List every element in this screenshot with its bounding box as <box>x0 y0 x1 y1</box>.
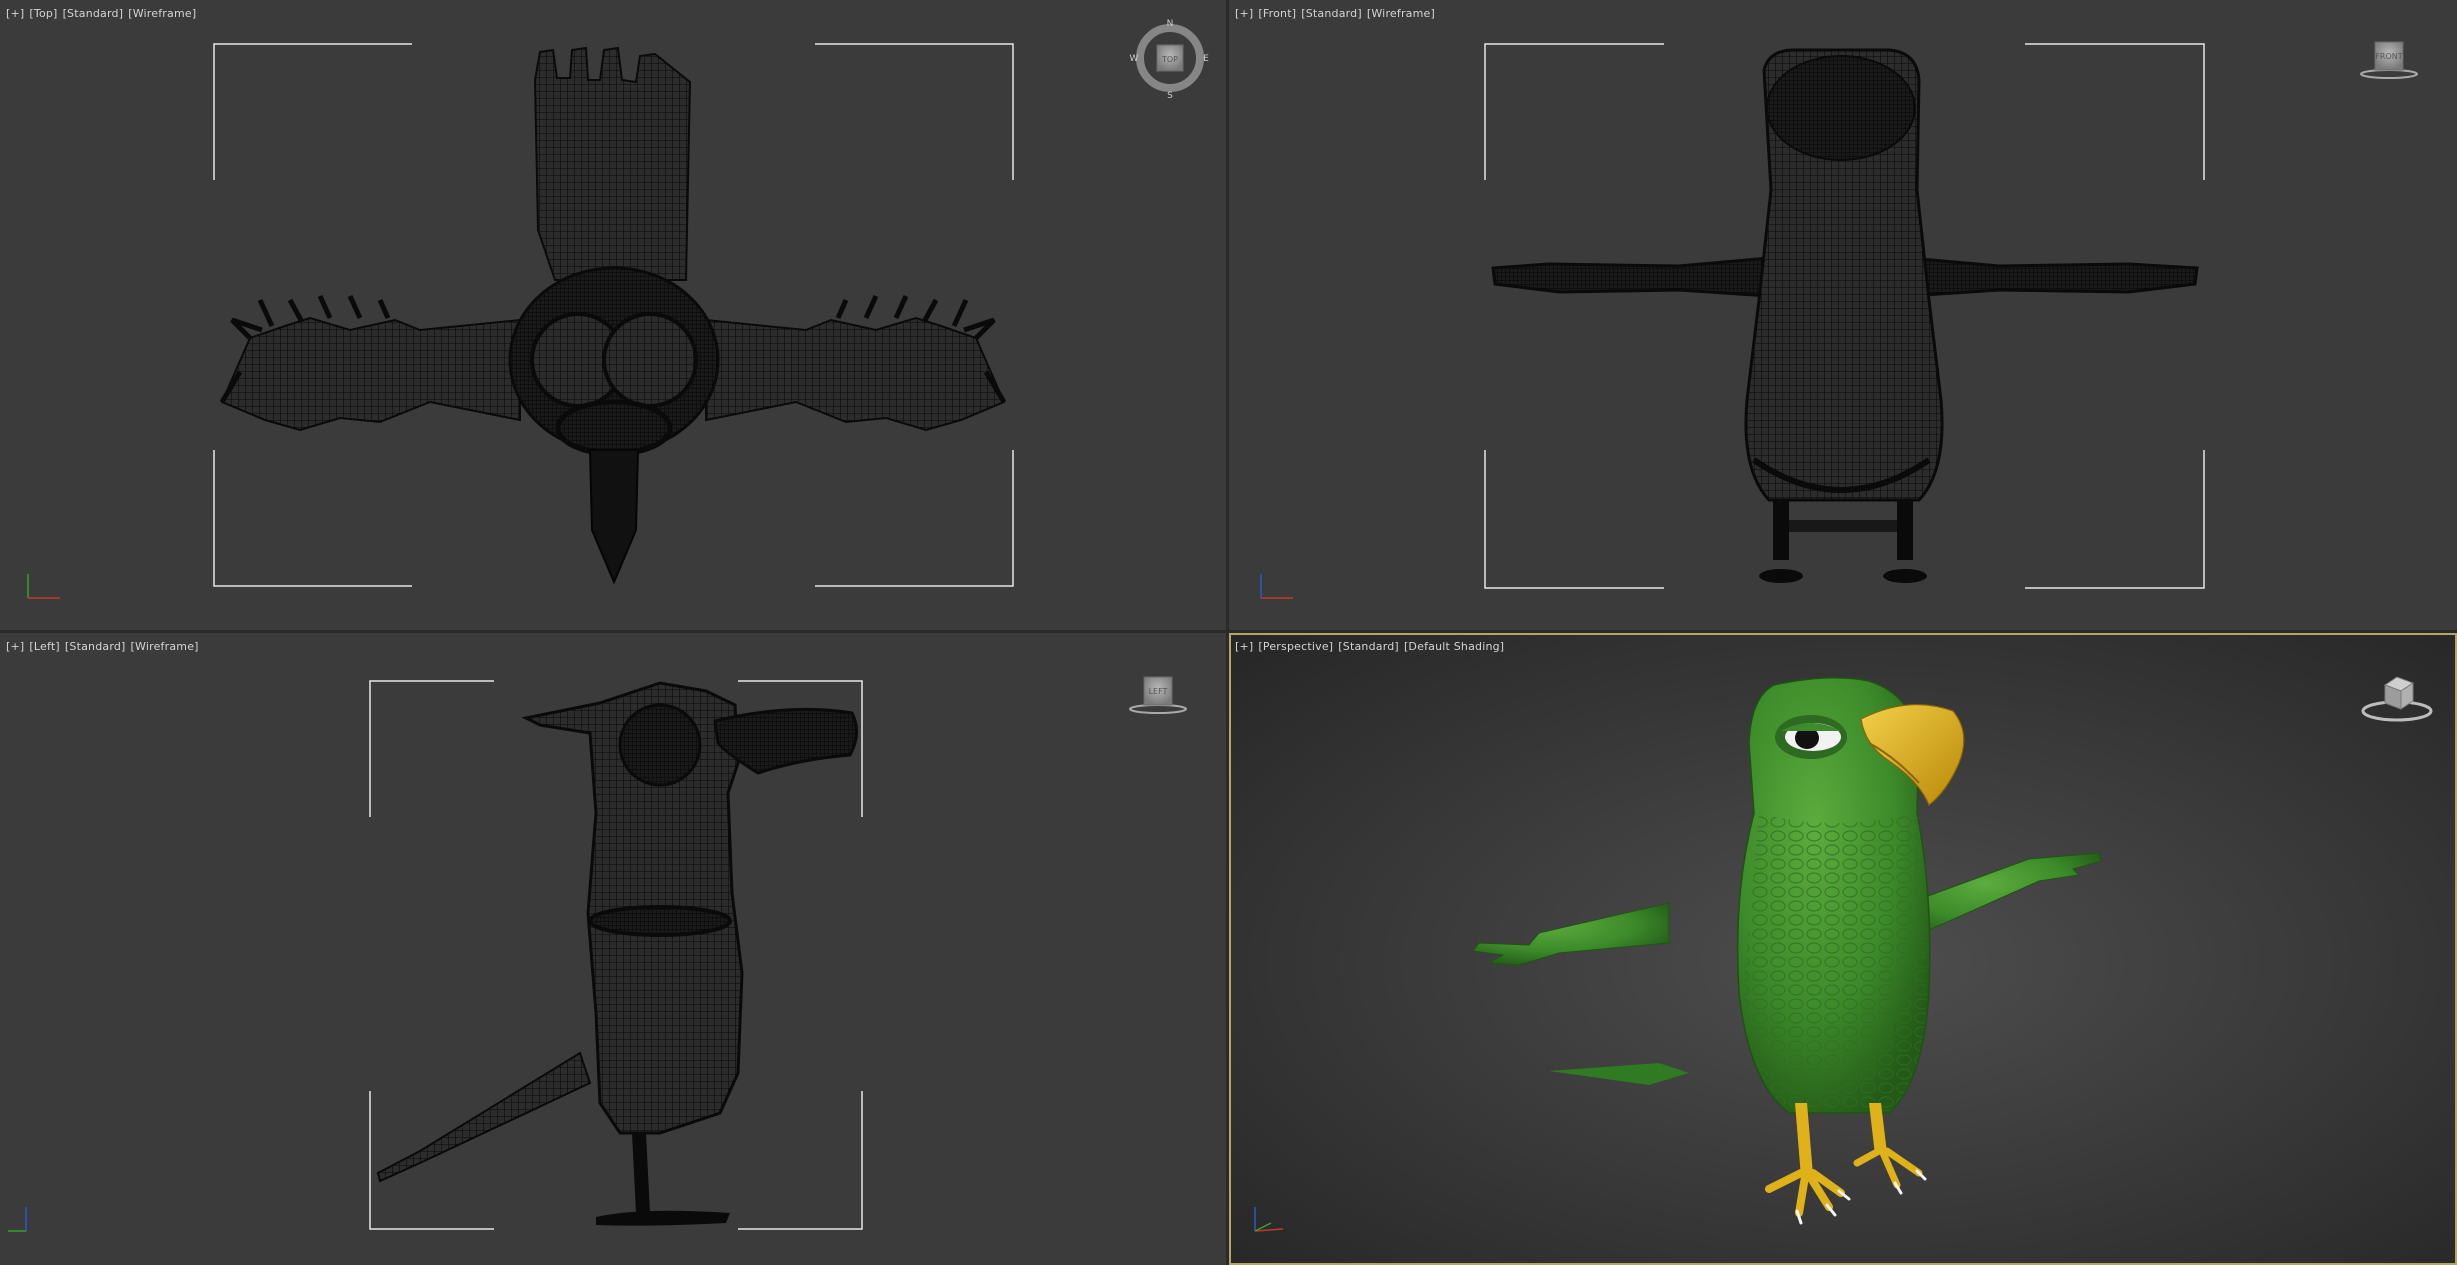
viewport-left[interactable]: [+] [Left] [Standard] [Wireframe] LEFT <box>0 633 1226 1265</box>
svg-text:TOP: TOP <box>1161 55 1178 64</box>
shaded-parrot-model[interactable] <box>1229 633 2457 1265</box>
axis-tripod-icon <box>27 574 60 599</box>
viewcube-icon[interactable] <box>2359 671 2435 727</box>
svg-text:W: W <box>1130 54 1139 64</box>
axis-tripod-icon <box>1254 1207 1284 1232</box>
left-wireframe-parrot[interactable] <box>0 633 1226 1265</box>
svg-text:N: N <box>1167 19 1174 29</box>
axis-tripod-icon <box>8 1207 27 1232</box>
front-wireframe-parrot[interactable] <box>1229 0 2457 630</box>
svg-text:LEFT: LEFT <box>1149 687 1168 696</box>
compass-ring-icon[interactable]: TOP N S E W <box>1128 16 1212 101</box>
viewcube-icon[interactable]: LEFT <box>1128 671 1188 721</box>
top-wireframe-parrot[interactable] <box>0 0 1226 630</box>
svg-text:E: E <box>1203 54 1209 64</box>
viewport-front[interactable]: [+] [Front] [Standard] [Wireframe] FRONT <box>1229 0 2457 630</box>
viewport-top[interactable]: [+] [Top] [Standard] [Wireframe] TOP N S… <box>0 0 1226 630</box>
axis-tripod-icon <box>1260 574 1293 599</box>
svg-text:S: S <box>1167 91 1173 100</box>
viewport-perspective[interactable]: [+] [Perspective] [Standard] [Default Shadi… <box>1229 633 2457 1265</box>
viewcube-icon[interactable]: FRONT <box>2359 36 2419 86</box>
viewcube-icon[interactable]: TOP N S E W <box>1128 16 1212 101</box>
svg-text:FRONT: FRONT <box>2375 52 2402 61</box>
